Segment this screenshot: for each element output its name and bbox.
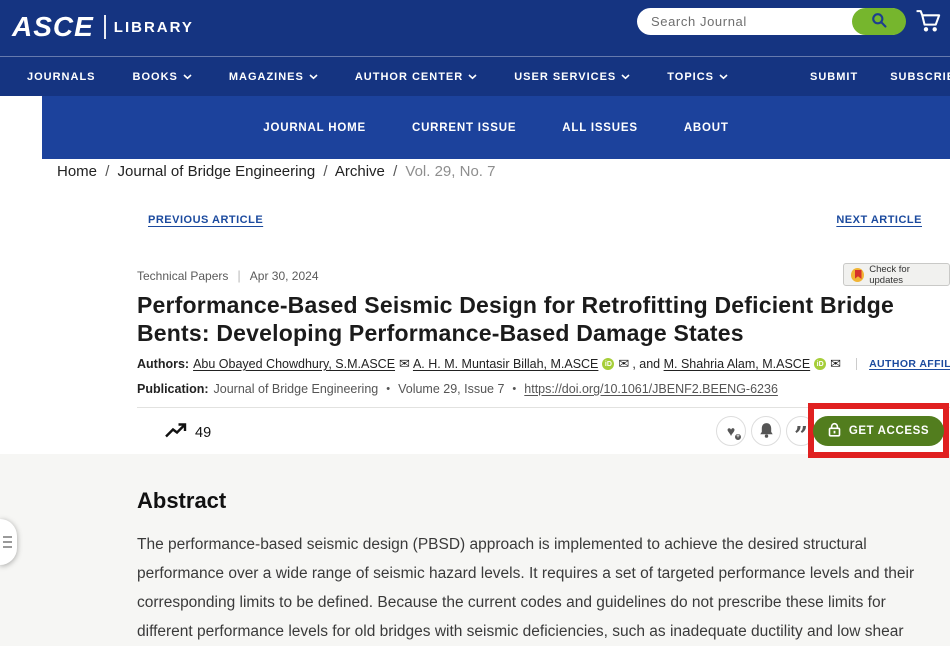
nav-user-services-label: USER SERVICES: [514, 71, 616, 83]
author-link[interactable]: A. H. M. Muntasir Billah, M.ASCE: [413, 357, 598, 371]
search-icon: [871, 12, 888, 32]
nav-books-label: BOOKS: [133, 71, 178, 83]
chevron-down-icon: [468, 71, 477, 83]
nav-right-group: SUBMIT SUBSCRIBE: [810, 71, 950, 83]
abstract-text: The performance-based seismic design (PB…: [137, 530, 919, 646]
favorites-button[interactable]: ♥ +: [716, 416, 746, 446]
hamburger-icon: [3, 546, 12, 548]
article-title: Performance-Based Seismic Design for Ret…: [137, 291, 909, 347]
metric-count: 49: [195, 425, 211, 441]
breadcrumb: Home / Journal of Bridge Engineering / A…: [57, 163, 495, 180]
orcid-icon[interactable]: iD: [602, 358, 614, 370]
trending-up-icon: [165, 422, 187, 444]
nav-submit[interactable]: SUBMIT: [810, 71, 858, 83]
nav-topics-label: TOPICS: [667, 71, 714, 83]
bullet-separator: •: [504, 383, 524, 395]
chevron-down-icon: [309, 71, 318, 83]
search-bar: [637, 8, 905, 35]
site-header: ASCE LIBRARY JOURNALS: [0, 0, 950, 96]
alerts-button[interactable]: [751, 416, 781, 446]
highlight-annotation-box: GET ACCESS: [808, 403, 949, 458]
nav-author-center-label: AUTHOR CENTER: [355, 71, 463, 83]
search-input[interactable]: [651, 9, 846, 34]
article-meta: Technical Papers | Apr 30, 2024: [137, 268, 319, 283]
asce-library-logo[interactable]: ASCE LIBRARY: [12, 11, 194, 43]
nav-journals-label: JOURNALS: [27, 71, 96, 83]
breadcrumb-journal[interactable]: Journal of Bridge Engineering: [118, 163, 316, 180]
logo-row: ASCE LIBRARY: [0, 0, 950, 57]
nav-magazines-label: MAGAZINES: [229, 71, 304, 83]
journal-nav-band: JOURNAL HOME CURRENT ISSUE ALL ISSUES AB…: [42, 96, 950, 159]
content-type: Technical Papers: [137, 269, 228, 283]
authors-and-separator: , and: [632, 357, 663, 371]
publication-label: Publication:: [137, 382, 209, 396]
chevron-down-icon: [183, 71, 192, 83]
nav-journals[interactable]: JOURNALS: [27, 71, 96, 83]
author-link[interactable]: M. Shahria Alam, M.ASCE: [664, 357, 811, 371]
check-for-updates-button[interactable]: Check for updates: [843, 263, 950, 286]
search-button[interactable]: [852, 8, 906, 35]
author-link[interactable]: Abu Obayed Chowdhury, S.M.ASCE: [193, 357, 395, 371]
nav-books[interactable]: BOOKS: [133, 71, 192, 83]
chevron-down-icon: [719, 71, 728, 83]
tab-all-issues[interactable]: ALL ISSUES: [562, 122, 638, 134]
article-pager: PREVIOUS ARTICLE NEXT ARTICLE: [148, 214, 922, 226]
hamburger-icon: [3, 536, 12, 538]
logo-divider: [104, 15, 106, 39]
cart-button[interactable]: [913, 8, 945, 36]
breadcrumb-home[interactable]: Home: [57, 163, 97, 180]
tab-journal-home[interactable]: JOURNAL HOME: [263, 122, 366, 134]
publish-date: Apr 30, 2024: [250, 269, 319, 283]
tab-current-issue[interactable]: CURRENT ISSUE: [412, 122, 516, 134]
abstract-section: Abstract The performance-based seismic d…: [0, 454, 950, 646]
breadcrumb-current: Vol. 29, No. 7: [405, 163, 495, 180]
breadcrumb-archive[interactable]: Archive: [335, 163, 385, 180]
previous-article-link[interactable]: PREVIOUS ARTICLE: [148, 214, 263, 226]
quote-icon: ”: [794, 431, 808, 441]
bullet-separator: •: [378, 383, 398, 395]
logo-asce-text: ASCE: [12, 11, 94, 43]
primary-nav: JOURNALS BOOKS MAGAZINES AUTHOR CENTER U…: [0, 57, 950, 96]
doi-link[interactable]: https://doi.org/10.1061/JBENF2.BEENG-623…: [524, 382, 778, 396]
authors-row: Authors: Abu Obayed Chowdhury, S.M.ASCE …: [137, 356, 950, 372]
asce-library-article-page: ASCE LIBRARY JOURNALS: [0, 0, 950, 646]
meta-divider: |: [228, 268, 249, 283]
breadcrumb-separator: /: [389, 163, 401, 180]
abstract-heading: Abstract: [137, 488, 226, 514]
hamburger-icon: [3, 541, 12, 543]
breadcrumb-separator: /: [319, 163, 331, 180]
authors-label: Authors:: [137, 357, 189, 371]
crossmark-icon: [851, 268, 864, 282]
author-affiliations-link[interactable]: AUTHOR AFFILIATIONS: [856, 358, 950, 370]
orcid-icon[interactable]: iD: [814, 358, 826, 370]
cart-icon: [915, 22, 943, 37]
email-icon[interactable]: ✉: [399, 356, 410, 372]
nav-magazines[interactable]: MAGAZINES: [229, 71, 318, 83]
tab-about[interactable]: ABOUT: [684, 122, 729, 134]
nav-subscribe[interactable]: SUBSCRIBE: [890, 71, 950, 83]
publication-journal: Journal of Bridge Engineering: [214, 382, 379, 396]
get-access-label: GET ACCESS: [849, 425, 929, 437]
heart-plus-icon: ♥ +: [723, 424, 739, 439]
bell-icon: [759, 422, 774, 441]
get-access-button[interactable]: GET ACCESS: [813, 416, 944, 446]
publication-row: Publication: Journal of Bridge Engineeri…: [137, 382, 778, 396]
check-for-updates-label: Check for updates: [869, 264, 942, 286]
nav-user-services[interactable]: USER SERVICES: [514, 71, 630, 83]
nav-subscribe-label: SUBSCRIBE: [890, 71, 950, 83]
next-article-link[interactable]: NEXT ARTICLE: [836, 214, 922, 226]
breadcrumb-separator: /: [101, 163, 113, 180]
logo-library-text: LIBRARY: [114, 19, 194, 36]
chevron-down-icon: [621, 71, 630, 83]
publication-issue: Volume 29, Issue 7: [398, 382, 504, 396]
email-icon[interactable]: ✉: [618, 356, 629, 372]
nav-topics[interactable]: TOPICS: [667, 71, 728, 83]
email-icon[interactable]: ✉: [830, 356, 841, 372]
nav-author-center[interactable]: AUTHOR CENTER: [355, 71, 477, 83]
usage-metric: 49: [165, 422, 211, 444]
nav-submit-label: SUBMIT: [810, 71, 858, 83]
lock-icon: [828, 422, 841, 440]
